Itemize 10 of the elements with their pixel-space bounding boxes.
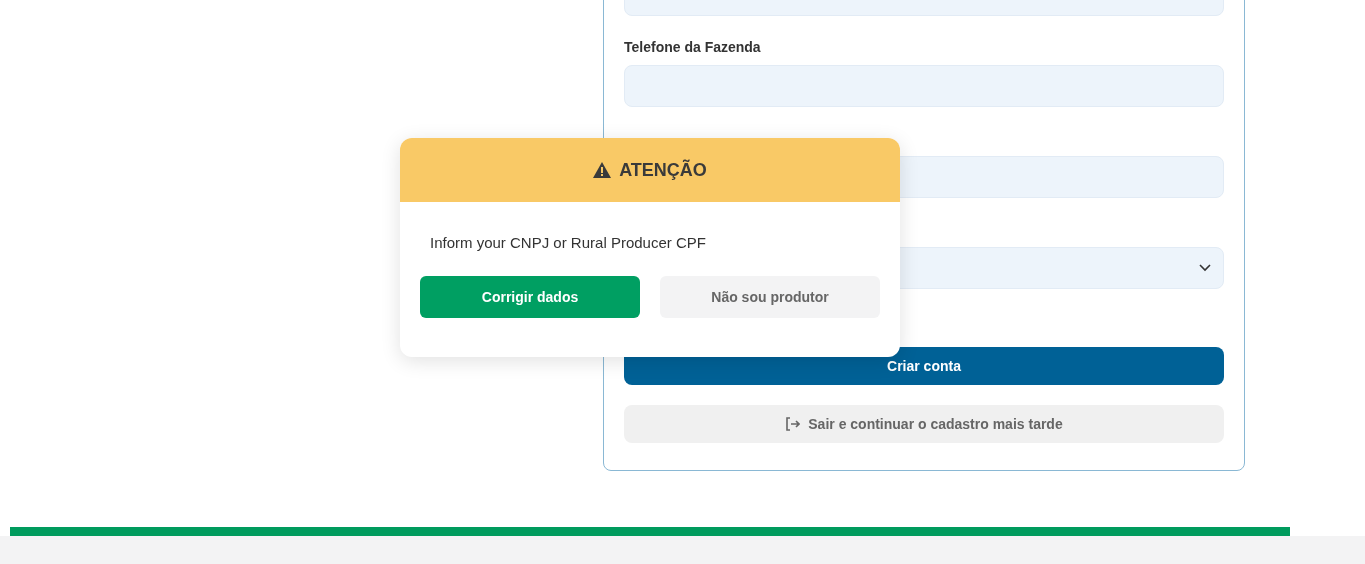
input-field[interactable] <box>624 65 1224 107</box>
field-label: Telefone da Fazenda <box>624 38 762 57</box>
warning-icon <box>593 162 612 178</box>
logout-icon <box>785 417 801 431</box>
dialog-message: Inform your CNPJ or Rural Producer CPF <box>430 233 707 253</box>
exit-button[interactable]: Sair e continuar o cadastro mais tarde <box>624 405 1224 443</box>
fix-data-button[interactable]: Corrigir dados <box>420 276 640 318</box>
dialog-title: ATENÇÃO <box>619 158 707 182</box>
not-producer-button[interactable]: Não sou produtor <box>660 276 880 318</box>
chevron-down-icon <box>1199 264 1211 272</box>
